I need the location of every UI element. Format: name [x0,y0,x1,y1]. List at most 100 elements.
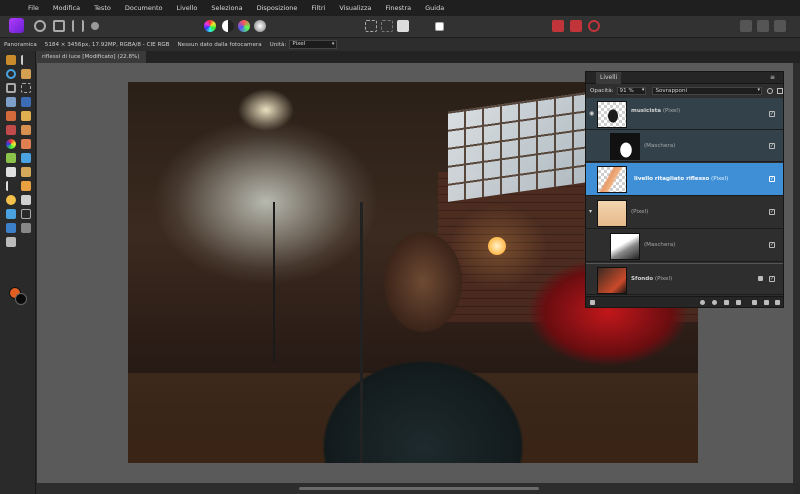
color-wheel-icon[interactable] [204,20,216,32]
zoom-tool-icon[interactable] [6,69,16,79]
layer-visibility-checkbox[interactable]: ✓ [769,143,775,149]
expand-chevron-icon[interactable]: ▾ [589,208,592,215]
text-tool-icon[interactable] [21,195,31,205]
menu-documento[interactable]: Documento [118,4,170,12]
menu-seleziona[interactable]: Seleziona [204,4,249,12]
scroll-thumb[interactable] [299,487,539,490]
live-filter-icon[interactable] [736,300,741,305]
contrast-icon[interactable] [222,20,234,32]
menu-disposizione[interactable]: Disposizione [250,4,305,12]
units-select[interactable]: Pixel [289,40,338,49]
perspective-tool-icon[interactable] [21,209,31,219]
selection-brush-icon[interactable] [6,97,16,107]
select-all-icon[interactable] [365,20,377,32]
assistant-icon[interactable] [570,20,582,32]
layer-name: livello ritagliato riflesso [634,176,710,182]
view-tool-icon[interactable] [6,55,16,65]
liquify-persona-icon[interactable] [34,20,46,32]
color-replace-icon[interactable] [6,139,16,149]
menu-file[interactable]: File [0,4,46,12]
layer-settings-icon[interactable] [767,88,774,94]
erase-brush-icon[interactable] [6,125,16,135]
musician-figure [293,197,553,463]
affinity-photo-window: File Modifica Testo Documento Livello Se… [0,0,800,494]
pixel-tool-icon[interactable] [21,111,31,121]
layer-visibility-checkbox[interactable]: ✓ [769,111,775,117]
opacity-select[interactable]: 91 % [616,87,647,95]
layer-row-sfondo[interactable]: Sfondo (Pixel) ✓ [586,263,783,295]
paint-brush-icon[interactable] [6,111,16,121]
menu-filtri[interactable]: Filtri [304,4,332,12]
invert-selection-icon[interactable] [397,20,409,32]
move-tool-icon[interactable] [21,55,31,65]
tool-name: Panoramica [4,41,37,48]
clone-brush-icon[interactable] [21,153,31,163]
layer-row-livello-ritagliato-riflesso[interactable]: livello ritagliato riflesso (Pixel) ✓ [586,163,783,196]
shape-tool-icon[interactable] [6,195,16,205]
folder-icon[interactable] [752,300,757,305]
blend-mode-select[interactable]: Sovrapponi [652,87,763,95]
fx-icon[interactable] [724,300,729,305]
marquee-tool-icon[interactable] [21,83,31,93]
layers-stack-icon[interactable] [590,300,595,305]
layer-visibility-checkbox[interactable]: ✓ [769,209,775,215]
menu-livello[interactable]: Livello [170,4,205,12]
opacity-label: Opacità: [590,88,614,94]
red-eye-icon[interactable] [6,167,16,177]
adjustment-icon[interactable] [712,300,717,305]
mask-layer-icon[interactable] [700,300,705,305]
node-tool-icon[interactable] [6,181,16,191]
white-balance-icon[interactable] [254,20,266,32]
mesh-warp-icon[interactable] [6,209,16,219]
document-tab[interactable]: riflessi di luce [Modificato] (22.8%) [36,51,146,63]
layer-type: (Pixel) [654,276,673,282]
lock-icon[interactable] [777,88,783,94]
menu-guida[interactable]: Guida [418,4,451,12]
transparency-tool-icon[interactable] [21,223,31,233]
background-color-swatch[interactable] [15,293,27,305]
snapping-icon[interactable] [552,20,564,32]
layer-visibility-checkbox[interactable]: ✓ [769,176,775,182]
new-layer-icon[interactable] [764,300,769,305]
layer-row-mask[interactable]: (Maschera) ✓ [586,130,783,162]
layer-type: (Pixel) [662,108,681,114]
patch-tool-icon[interactable] [21,167,31,177]
tone-mapping-persona-icon[interactable] [72,20,84,32]
pen-tool-icon[interactable] [21,181,31,191]
tab-livelli[interactable]: Livelli [596,72,622,84]
flood-fill-icon[interactable] [21,97,31,107]
menu-testo[interactable]: Testo [87,4,118,12]
layers-panel-footer [586,296,783,307]
color-picker-icon[interactable] [21,69,31,79]
hsl-icon[interactable] [238,20,250,32]
layer-row-musicista[interactable]: ◉ musicista (Pixel) ✓ [586,98,783,130]
gradient-tool-icon[interactable] [6,223,16,233]
trash-icon[interactable] [775,300,780,305]
layer-visibility-checkbox[interactable]: ✓ [769,276,775,282]
eye-icon[interactable]: ◉ [589,110,594,117]
lock-icon[interactable] [758,276,763,281]
smudge-brush-icon[interactable] [21,139,31,149]
layer-row-pixel[interactable]: ▾ (Pixel) ✓ [586,197,783,229]
layer-visibility-checkbox[interactable]: ✓ [769,242,775,248]
healing-brush-icon[interactable] [6,153,16,163]
horizontal-scrollbar[interactable] [37,483,793,494]
develop-persona-icon[interactable] [53,20,65,32]
split-view-icon[interactable] [757,20,769,32]
menu-modifica[interactable]: Modifica [46,4,87,12]
view-mode-icon[interactable] [740,20,752,32]
mirror-view-icon[interactable] [774,20,786,32]
quick-mask-icon[interactable] [435,22,444,31]
dodge-brush-icon[interactable] [21,125,31,135]
menu-visualizza[interactable]: Visualizza [332,4,378,12]
photo-persona-icon[interactable] [9,18,24,33]
panel-menu-icon[interactable]: ≡ [770,72,775,84]
magnet-icon[interactable] [588,20,600,32]
crop-tool-icon[interactable] [6,83,16,93]
layer-row-mask-2[interactable]: (Maschera) ✓ [586,230,783,262]
vertical-scrollbar[interactable] [793,63,800,483]
sponge-tool-icon[interactable] [6,237,16,247]
deselect-icon[interactable] [381,20,393,32]
menu-finestra[interactable]: Finestra [378,4,418,12]
share-icon[interactable] [91,22,99,30]
